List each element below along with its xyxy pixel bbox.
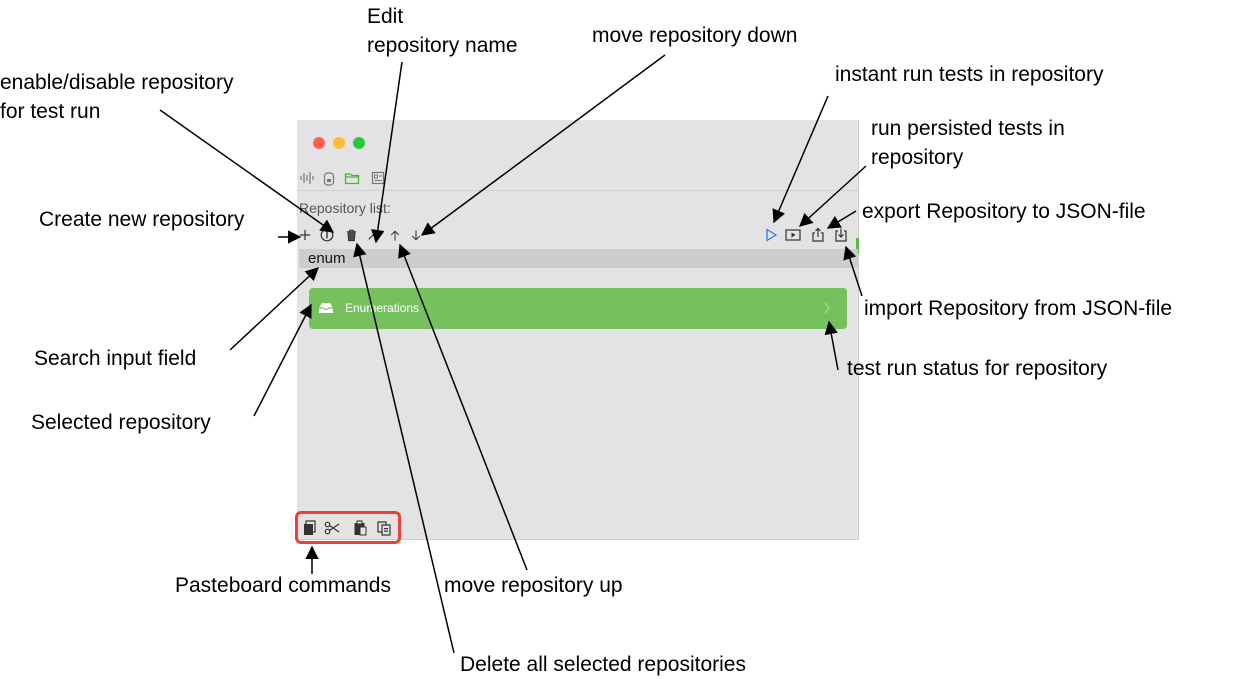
arrow-down-icon (411, 229, 421, 241)
play-icon[interactable] (763, 227, 779, 243)
annotation-enable-line2: for test run (0, 100, 101, 123)
annotation-persisted-line2: repository (871, 146, 964, 169)
report-icon[interactable] (370, 170, 386, 186)
arrow-up-icon (390, 229, 400, 241)
add-repository-button[interactable] (297, 227, 313, 243)
close-window-button[interactable] (313, 137, 325, 149)
annotation-selected: Selected repository (31, 411, 211, 434)
app-window: Repository list: Enumerations (297, 120, 859, 540)
repository-name: Enumerations (345, 301, 420, 315)
annotation-instant-run: instant run tests in repository (835, 63, 1104, 86)
import-icon[interactable] (833, 227, 849, 243)
toolbar-divider (297, 190, 858, 191)
annotation-create: Create new repository (39, 208, 245, 231)
zoom-window-button[interactable] (353, 137, 365, 149)
annotation-move-down: move repository down (592, 24, 798, 47)
edit-repository-button[interactable] (365, 227, 381, 243)
trash-icon (346, 229, 356, 242)
plus-icon (299, 229, 311, 241)
repository-row-selected[interactable]: Enumerations (309, 288, 847, 329)
annotation-enable-line1: enable/disable repository (0, 71, 234, 94)
tray-icon (319, 303, 333, 313)
play-rect-icon[interactable] (785, 227, 801, 243)
toggle-icon (320, 228, 334, 242)
annotation-edit-line1: Edit (367, 5, 404, 28)
delete-repositories-button[interactable] (343, 227, 359, 243)
search-input[interactable] (308, 249, 828, 268)
share-out-icon[interactable] (810, 227, 826, 243)
chevron-right-icon (824, 302, 830, 314)
folder-icon[interactable] (344, 170, 360, 186)
search-bar (299, 249, 858, 268)
pasteboard-highlight-box (295, 511, 401, 544)
minimize-window-button[interactable] (333, 137, 345, 149)
waveform-icon[interactable] (299, 170, 315, 186)
annotation-edit-line2: repository name (367, 34, 518, 57)
annotation-export: export Repository to JSON-file (862, 200, 1146, 223)
pencil-icon (368, 230, 378, 240)
toggle-repository-button[interactable] (319, 227, 335, 243)
annotation-status: test run status for repository (847, 357, 1108, 380)
move-up-button[interactable] (387, 227, 403, 243)
move-down-button[interactable] (408, 227, 424, 243)
annotation-delete: Delete all selected repositories (460, 653, 746, 676)
annotation-move-up: move repository up (444, 574, 623, 597)
annotation-persisted-line1: run persisted tests in (871, 117, 1065, 140)
annotation-import: import Repository from JSON-file (864, 297, 1173, 320)
repository-list-label: Repository list: (299, 200, 391, 216)
jar-icon[interactable] (321, 170, 337, 186)
annotation-search: Search input field (34, 347, 197, 370)
annotation-pasteboard: Pasteboard commands (175, 574, 391, 597)
